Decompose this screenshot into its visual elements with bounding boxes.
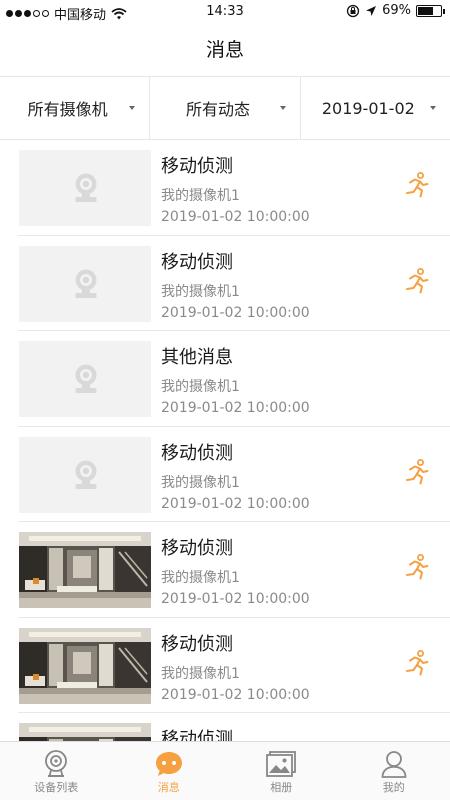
camera-placeholder-icon — [75, 173, 97, 202]
tab-album-label: 相册 — [270, 781, 293, 794]
tab-messages[interactable]: 消息 — [113, 742, 226, 800]
camera-placeholder-icon — [75, 364, 97, 393]
message-title: 移动侦测 — [161, 633, 233, 655]
message-item[interactable]: 移动侦测我的摄像机1 2019-01-02 10:00:00 — [18, 427, 450, 522]
page-title: 消息 — [205, 39, 244, 61]
message-timestamp: 2019-01-02 10:00:00 — [161, 495, 310, 512]
album-icon — [266, 751, 297, 777]
message-thumbnail[interactable] — [19, 532, 151, 608]
caret-down-icon — [279, 106, 286, 110]
caret-down-icon — [429, 106, 436, 110]
message-title: 移动侦测 — [161, 156, 233, 177]
person-icon — [381, 751, 407, 778]
message-thumbnail[interactable] — [19, 627, 151, 704]
caret-down-icon — [129, 106, 136, 110]
date-filter-dropdown[interactable]: 2019-01-02 — [299, 77, 450, 139]
message-thumbnail[interactable] — [19, 150, 151, 226]
message-item[interactable]: 移动侦测我的摄像机1 2019-01-02 10:00:00 — [18, 522, 450, 618]
motion-detection-icon — [406, 267, 429, 293]
message-camera-name: 我的摄像机1 — [161, 665, 240, 682]
orientation-lock-icon — [346, 4, 360, 17]
motion-icon-wrapper — [404, 554, 430, 584]
motion-detection-icon — [406, 458, 429, 484]
message-thumbnail[interactable] — [19, 245, 151, 322]
message-item[interactable]: 移动侦测 — [18, 713, 450, 741]
motion-icon-wrapper — [404, 172, 430, 202]
motion-icon-wrapper — [404, 649, 430, 680]
message-camera-name: 我的摄像机1 — [161, 283, 240, 300]
message-camera-name: 我的摄像机1 — [161, 570, 240, 586]
tab-me-label: 我的 — [382, 781, 405, 794]
message-title: 移动侦测 — [161, 442, 233, 464]
camera-filter-dropdown[interactable]: 所有摄像机 — [0, 77, 149, 139]
motion-icon-wrapper — [404, 458, 430, 489]
status-right: 69% — [346, 3, 445, 18]
tab-me[interactable]: 我的 — [338, 742, 450, 800]
message-thumbnail[interactable] — [19, 341, 151, 417]
message-thumbnail[interactable] — [19, 436, 151, 513]
message-bubble-icon — [155, 752, 182, 776]
date-filter-label: 2019-01-02 — [321, 98, 415, 118]
message-camera-name: 我的摄像机1 — [161, 188, 240, 204]
camera-filter-label: 所有摄像机 — [27, 100, 108, 119]
message-item[interactable]: 移动侦测我的摄像机1 2019-01-02 10:00:00 — [18, 236, 450, 331]
message-timestamp: 2019-01-02 10:00:00 — [161, 591, 310, 607]
message-item[interactable]: 移动侦测我的摄像机1 2019-01-02 10:00:00 — [18, 140, 450, 236]
message-timestamp: 2019-01-02 10:00:00 — [161, 304, 310, 321]
message-title: 移动侦测 — [161, 729, 233, 741]
tab-device-list-label: 设备列表 — [34, 781, 79, 794]
message-thumbnail[interactable] — [19, 723, 151, 741]
motion-detection-icon — [406, 649, 429, 675]
message-timestamp: 2019-01-02 10:00:00 — [161, 400, 310, 416]
location-arrow-icon — [366, 5, 377, 16]
motion-icon-wrapper — [404, 267, 430, 298]
status-bar: 中国移动 14:33 69% — [0, 0, 450, 24]
message-title: 移动侦测 — [161, 538, 233, 559]
message-list[interactable]: 移动侦测 我的摄像机1 2019-01-02 10:00:00 移动侦测 我的摄像机1 2… — [0, 140, 450, 741]
tab-messages-label: 消息 — [157, 781, 180, 794]
camera-placeholder-icon — [75, 460, 97, 489]
event-filter-dropdown[interactable]: 所有动态 — [149, 77, 299, 139]
battery-icon — [416, 4, 445, 17]
camera-placeholder-icon — [75, 269, 97, 298]
room-photo — [19, 532, 151, 608]
tab-bar: 设备列表 消息 相册 我的 — [0, 741, 450, 800]
camera-icon — [45, 750, 68, 777]
motion-detection-icon — [406, 172, 429, 198]
message-timestamp: 2019-01-02 10:00:00 — [161, 686, 310, 703]
filter-bar: 所有摄像机 所有动态 2019-01-02 — [0, 76, 450, 140]
room-photo — [19, 627, 151, 704]
message-camera-name: 我的摄像机1 — [161, 379, 240, 395]
battery-percent: 69% — [382, 3, 411, 18]
message-item[interactable]: 移动侦测我的摄像机1 2019-01-02 10:00:00 — [18, 618, 450, 713]
tab-album[interactable]: 相册 — [225, 742, 338, 800]
message-title: 移动侦测 — [161, 251, 233, 273]
tab-device-list[interactable]: 设备列表 — [0, 742, 113, 800]
message-title: 其他消息 — [161, 347, 233, 368]
motion-detection-icon — [406, 554, 429, 580]
event-filter-label: 所有动态 — [185, 100, 250, 119]
message-timestamp: 2019-01-02 10:00:00 — [161, 209, 310, 225]
room-photo — [19, 723, 151, 741]
message-item[interactable]: 其他消息我的摄像机1 2019-01-02 10:00:00 — [18, 331, 450, 427]
message-camera-name: 我的摄像机1 — [161, 474, 240, 491]
